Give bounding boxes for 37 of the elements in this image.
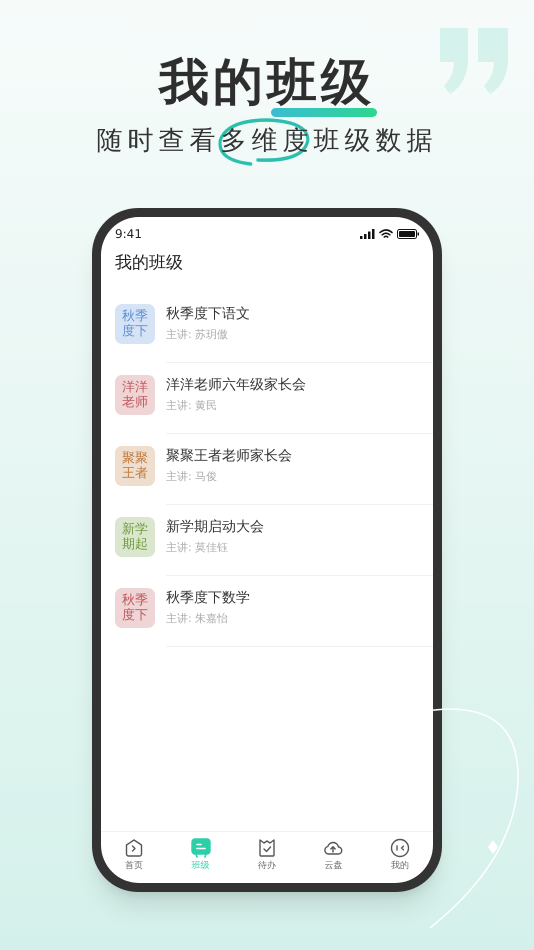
- tab[interactable]: 待办: [234, 838, 300, 872]
- subtitle: 随时查看: [96, 128, 220, 154]
- checklist-icon: [257, 838, 278, 858]
- status-time: 9:41: [115, 226, 142, 242]
- teacher-name: 主讲: 莫佳钰: [166, 540, 230, 554]
- tab[interactable]: 首页: [101, 838, 168, 872]
- battery-icon: [397, 228, 419, 238]
- class-badge: 聚聚王者: [115, 446, 155, 486]
- class-item[interactable]: 聚聚王者 聚聚王者老师家长会 主讲: 马俊: [101, 434, 433, 504]
- headline: 我的班级: [159, 57, 375, 107]
- class-badge: 新学期起: [115, 516, 155, 556]
- wifi-icon: [379, 228, 393, 238]
- tab[interactable]: 我的: [366, 838, 433, 872]
- home-icon: [124, 838, 144, 858]
- class-badge: 洋洋老师: [115, 374, 155, 414]
- face-icon: [390, 838, 410, 858]
- class-name: 秋季度下数学: [166, 588, 251, 606]
- class-item[interactable]: 新学期起 新学期启动大会 主讲: 莫佳钰: [101, 504, 433, 576]
- quote-icon: [438, 28, 510, 94]
- subtitle: 班级数据: [314, 128, 438, 154]
- page-title: 我的班级: [114, 252, 184, 275]
- tab[interactable]: 云盘: [300, 838, 367, 872]
- teacher-name: 主讲: 马俊: [166, 470, 218, 484]
- class-item[interactable]: 秋季度下 秋季度下语文 主讲: 苏玥傲: [101, 292, 433, 362]
- class-item[interactable]: 秋季度下 秋季度下数学 主讲: 朱嘉怡: [101, 576, 433, 646]
- class-name: 聚聚王者老师家长会: [166, 446, 293, 464]
- signal-icon: [360, 228, 375, 238]
- chat-icon: [190, 838, 211, 858]
- teacher-name: 主讲: 朱嘉怡: [166, 612, 230, 626]
- class-badge: 秋季度下: [115, 304, 155, 344]
- class-name: 秋季度下语文: [166, 304, 251, 322]
- class-item[interactable]: 洋洋老师 洋洋老师六年级家长会 主讲: 黄民: [101, 362, 433, 434]
- class-name: 洋洋老师六年级家长会: [166, 376, 307, 394]
- teacher-name: 主讲: 苏玥傲: [166, 328, 230, 342]
- class-badge: 秋季度下: [115, 588, 155, 628]
- class-name: 新学期启动大会: [166, 518, 265, 536]
- teacher-name: 主讲: 黄民: [166, 398, 218, 412]
